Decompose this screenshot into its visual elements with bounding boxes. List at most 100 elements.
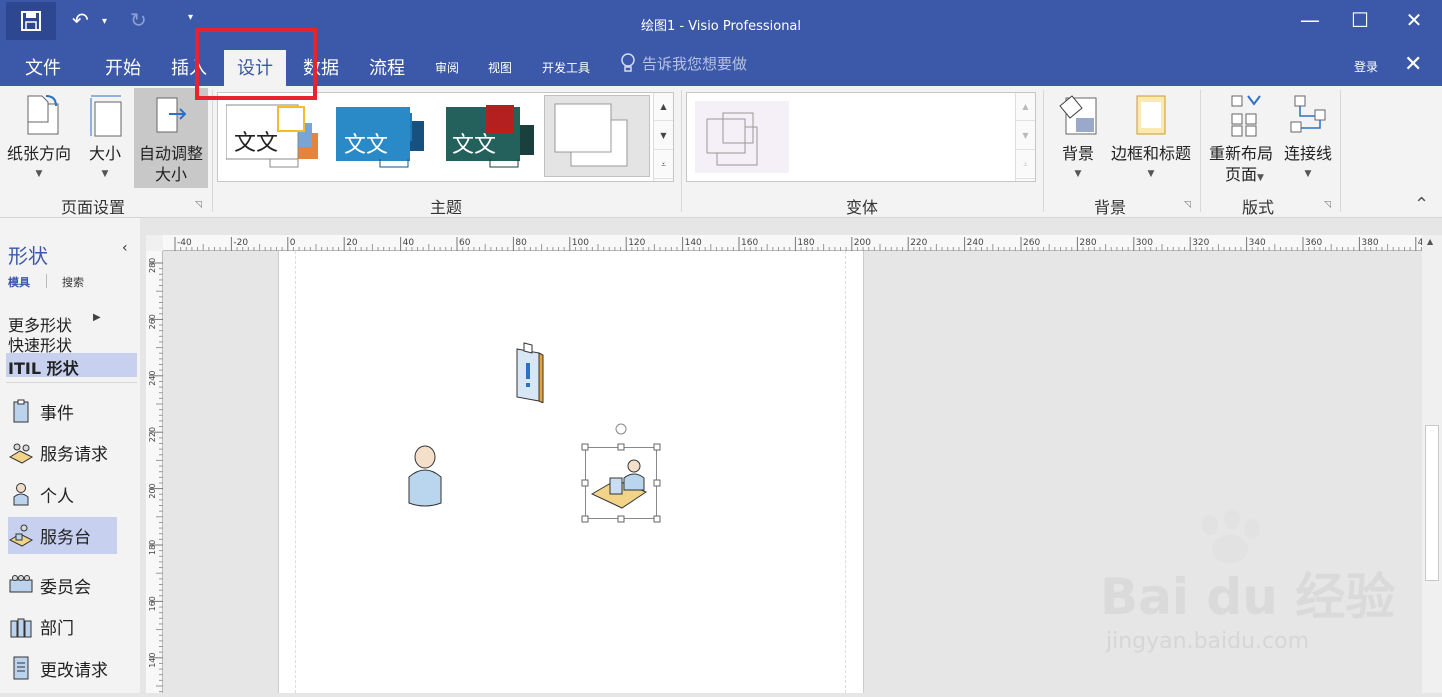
more-shapes-arrow-icon[interactable]: ▶ <box>93 312 101 323</box>
ribbon: 纸张方向 ▼ 大小 ▼ 自动调整 大小 页面设置 ◹ 文文 文文 文文 ▲ ▼ … <box>0 86 1442 218</box>
shape-item-committee[interactable]: 委员会 <box>8 572 91 598</box>
ruler-tick-label: 120 <box>628 238 645 248</box>
connectors-label: 连接线 <box>1283 144 1332 163</box>
connectors-button[interactable]: 连接线 ▼ <box>1280 92 1336 185</box>
page-orientation-icon <box>27 95 59 135</box>
page-margin-left <box>295 251 296 693</box>
auto-size-button[interactable]: 自动调整 大小 <box>134 88 208 188</box>
service-desk-icon <box>8 522 34 548</box>
shape-item-department[interactable]: 部门 <box>8 613 74 639</box>
themes-scroll-down-icon[interactable]: ▼ <box>654 122 673 150</box>
background-label: 背景 <box>1061 144 1094 163</box>
connectors-icon <box>1290 95 1326 133</box>
re-layout-label-2: 页面 <box>1224 165 1257 184</box>
ruler-tick-label: 60 <box>459 238 471 248</box>
ruler-tick-label: 360 <box>1305 238 1322 248</box>
ruler-tick-label: 160 <box>148 596 157 611</box>
theme-option-4-selected[interactable] <box>544 95 650 177</box>
tab-review[interactable]: 审阅 <box>435 59 459 76</box>
orientation-dropdown-icon: ▼ <box>35 169 43 179</box>
minimize-button[interactable]: — <box>1290 8 1330 32</box>
themes-gallery[interactable]: 文文 文文 文文 ▲ ▼ ⩡ <box>217 92 674 182</box>
ruler-tick-label: 40 <box>403 238 415 248</box>
variants-scroll-down-icon[interactable]: ▼ <box>1016 122 1035 150</box>
close-document-button[interactable]: ✕ <box>1404 52 1422 77</box>
page-setup-launcher-icon[interactable]: ◹ <box>195 200 202 210</box>
canvas-shape-person[interactable] <box>405 443 445 513</box>
layout-launcher-icon[interactable]: ◹ <box>1324 200 1331 210</box>
theme-option-3[interactable]: 文文 <box>446 101 538 171</box>
themes-scroll[interactable]: ▲ ▼ ⩡ <box>653 93 673 181</box>
theme-3-sample-text: 文文 <box>452 133 497 158</box>
maximize-button[interactable]: ☐ <box>1340 8 1380 32</box>
shape-item-service-request[interactable]: 服务请求 <box>8 439 108 465</box>
variants-group-label: 变体 <box>845 198 878 217</box>
re-layout-button[interactable]: 重新布局 页面 ▼ <box>1205 92 1277 185</box>
collapse-shapes-button[interactable]: ‹ <box>122 240 128 256</box>
theme-option-1[interactable]: 文文 <box>225 101 318 171</box>
variant-1-icon <box>706 112 758 166</box>
variants-gallery[interactable]: ▲ ▼ ⩡ <box>686 92 1036 182</box>
tab-developer[interactable]: 开发工具 <box>542 59 590 76</box>
sign-in-link[interactable]: 登录 <box>1354 58 1378 75</box>
shape-item-label: 个人 <box>40 486 74 507</box>
shape-item-service-desk[interactable]: 服务台 <box>8 522 91 548</box>
tab-divider <box>46 274 47 288</box>
change-request-icon <box>8 655 34 681</box>
background-button[interactable]: 背景 ▼ <box>1054 92 1102 185</box>
itil-shapes-stencil[interactable]: ITIL 形状 <box>8 355 79 379</box>
selection-handles[interactable] <box>579 421 665 525</box>
backgrounds-launcher-icon[interactable]: ◹ <box>1184 200 1191 210</box>
ruler-tick-label: -40 <box>177 238 192 248</box>
tab-stencils[interactable]: 模具 <box>8 274 30 290</box>
borders-titles-button[interactable]: 边框和标题 ▼ <box>1106 92 1196 185</box>
tab-search[interactable]: 搜索 <box>62 274 84 290</box>
clipboard-icon <box>8 398 34 424</box>
scroll-up-icon[interactable]: ▲ <box>1427 237 1433 246</box>
re-layout-icon <box>1231 95 1261 137</box>
shape-item-label: 委员会 <box>40 577 91 598</box>
orientation-button[interactable]: 纸张方向 ▼ <box>4 92 74 185</box>
themes-more-icon[interactable]: ⩡ <box>654 151 673 179</box>
themes-scroll-up-icon[interactable]: ▲ <box>654 93 673 121</box>
vertical-ruler: 28026024022020018016014020 <box>146 251 163 697</box>
shape-item-incident[interactable]: 事件 <box>8 398 74 424</box>
tell-me-text: 告诉我您想要做 <box>642 54 748 73</box>
tab-view[interactable]: 视图 <box>488 59 512 76</box>
tab-process[interactable]: 流程 <box>369 54 405 80</box>
service-request-icon <box>8 439 34 465</box>
ruler-tick-label: 180 <box>797 238 814 248</box>
shape-item-label: 服务台 <box>40 527 91 548</box>
divider <box>6 382 137 383</box>
tab-home[interactable]: 开始 <box>105 54 141 80</box>
highlight-box <box>195 28 317 100</box>
variants-scroll-up-icon[interactable]: ▲ <box>1016 93 1035 121</box>
theme-4-icon <box>554 103 628 167</box>
shape-item-label: 服务请求 <box>40 444 108 465</box>
size-button[interactable]: 大小 ▼ <box>82 92 128 185</box>
canvas-shape-incident[interactable] <box>513 339 545 407</box>
ruler-tick-label: 180 <box>148 540 157 555</box>
variant-option-1[interactable] <box>695 101 789 173</box>
scrollbar-thumb[interactable] <box>1425 425 1439 581</box>
ruler-tick-label: 240 <box>967 238 984 248</box>
shape-item-change-request[interactable]: 更改请求 <box>8 655 108 681</box>
watermark-brand: Bai du 经验 <box>1100 568 1396 626</box>
close-button[interactable]: ✕ <box>1394 8 1434 32</box>
shape-item-label: 部门 <box>40 618 74 639</box>
tab-file[interactable]: 文件 <box>25 54 61 80</box>
variants-more-icon[interactable]: ⩡ <box>1016 151 1035 179</box>
ruler-tick-label: 200 <box>148 483 157 498</box>
ruler-tick-label: 220 <box>910 238 927 248</box>
ruler-tick-label: 340 <box>1249 238 1266 248</box>
vertical-scrollbar[interactable]: ▲ <box>1422 235 1442 693</box>
tell-me-box[interactable]: 告诉我您想要做 <box>620 52 747 74</box>
shape-item-person[interactable]: 个人 <box>8 481 74 507</box>
variants-scroll[interactable]: ▲ ▼ ⩡ <box>1015 93 1035 181</box>
theme-2-sample-text: 文文 <box>344 133 389 158</box>
drawing-page[interactable] <box>278 251 864 693</box>
ruler-tick-label: 200 <box>854 238 871 248</box>
collapse-ribbon-button[interactable]: ⌃ <box>1414 194 1429 215</box>
theme-option-2[interactable]: 文文 <box>336 101 428 171</box>
shape-item-label: 事件 <box>40 403 74 424</box>
